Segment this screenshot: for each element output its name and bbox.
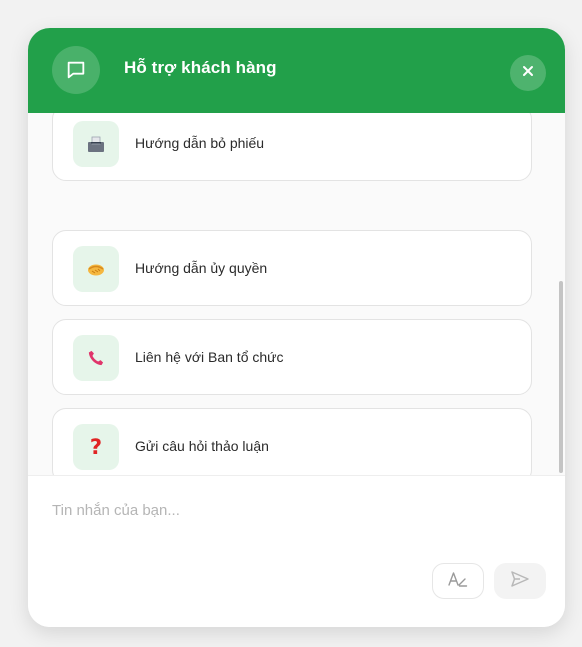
ballot-box-icon — [73, 121, 119, 167]
menu-list: Hướng dẫn bỏ phiếu Hướng dẫn ủy quyền Li… — [28, 113, 565, 475]
chat-bubble-icon — [52, 46, 100, 94]
send-icon — [510, 570, 530, 593]
close-icon — [522, 64, 534, 82]
menu-item-contact-organizers[interactable]: Liên hệ với Ban tổ chức — [52, 319, 532, 395]
menu-item-ask-question[interactable]: ? Gửi câu hỏi thảo luận — [52, 408, 532, 475]
phone-icon — [73, 335, 119, 381]
menu-item-proxy-guide[interactable]: Hướng dẫn ủy quyền — [52, 230, 532, 306]
text-format-icon — [447, 570, 469, 593]
chat-title: Hỗ trợ khách hàng — [124, 58, 277, 77]
support-chat-panel: Hỗ trợ khách hàng Hướng dẫn bỏ phiếu Hướ… — [28, 28, 565, 627]
menu-item-label: Hướng dẫn bỏ phiếu — [135, 135, 265, 151]
menu-item-label: Liên hệ với Ban tổ chức — [135, 349, 284, 365]
message-input[interactable] — [50, 494, 534, 526]
close-button[interactable] — [510, 55, 546, 91]
scrollbar[interactable] — [559, 281, 563, 473]
message-composer — [28, 475, 565, 627]
chat-header: Hỗ trợ khách hàng — [28, 28, 565, 113]
menu-item-label: Hướng dẫn ủy quyền — [135, 260, 268, 276]
handshake-icon — [73, 246, 119, 292]
question-mark-icon: ? — [73, 424, 119, 470]
send-button[interactable] — [494, 563, 546, 599]
text-format-button[interactable] — [432, 563, 484, 599]
menu-item-label: Gửi câu hỏi thảo luận — [135, 438, 269, 454]
menu-item-voting-guide[interactable]: Hướng dẫn bỏ phiếu — [52, 113, 532, 181]
